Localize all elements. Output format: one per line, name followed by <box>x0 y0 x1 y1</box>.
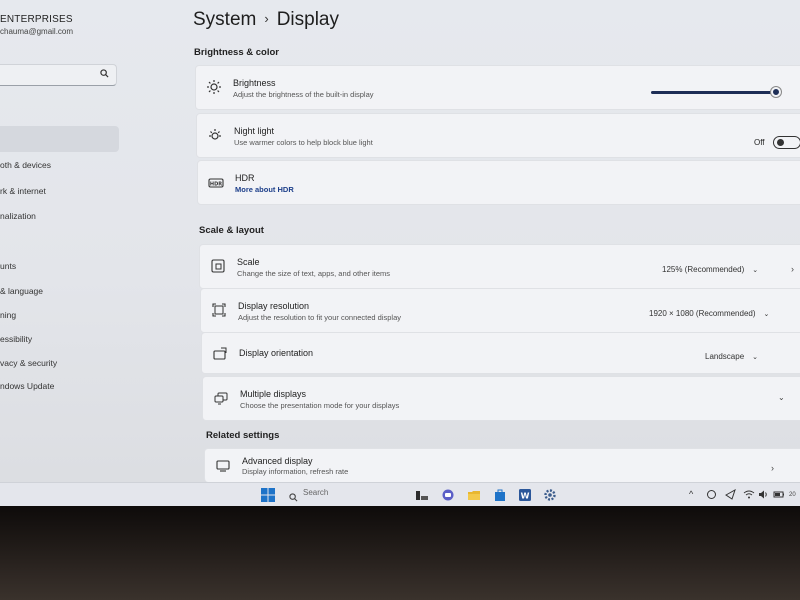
page-title: Display <box>276 9 340 30</box>
resolution-subtitle: Adjust the resolution to fit your connec… <box>238 313 402 322</box>
account-email: chauma@gmail.com <box>0 27 74 36</box>
resolution-card: Display resolution Adjust the resolution… <box>200 288 800 333</box>
breadcrumb: System › Display <box>193 9 339 31</box>
orientation-title: Display orientation <box>239 348 314 358</box>
section-heading-related: Related settings <box>206 430 280 441</box>
wifi-icon[interactable] <box>743 489 755 502</box>
svg-text:HDR: HDR <box>210 181 222 187</box>
brightness-slider-track[interactable] <box>651 91 776 94</box>
orientation-dropdown[interactable]: Landscape ⌄ <box>705 352 758 361</box>
toggle-knob <box>777 139 784 146</box>
sidebar-item-system-selected[interactable] <box>0 126 119 152</box>
laptop-bezel <box>0 506 800 600</box>
hdr-more-link[interactable]: More about HDR <box>235 185 294 194</box>
sidebar-item-gaming[interactable]: ning <box>0 310 16 320</box>
clock[interactable]: 20 <box>789 492 796 498</box>
scale-dropdown[interactable]: 125% (Recommended) ⌄ <box>662 265 758 274</box>
resolution-dropdown[interactable]: 1920 × 1080 (Recommended) ⌄ <box>649 309 769 318</box>
night-light-state: Off <box>754 138 765 147</box>
battery-icon[interactable] <box>773 489 785 502</box>
settings-gear-icon[interactable] <box>543 488 557 502</box>
chevron-down-icon: ⌄ <box>752 267 759 274</box>
night-light-card[interactable]: Night light Use warmer colors to help bl… <box>196 113 800 158</box>
breadcrumb-system[interactable]: System <box>193 9 256 30</box>
chevron-right-icon[interactable]: › <box>791 264 794 274</box>
chevron-right-icon: › <box>771 463 774 473</box>
brightness-subtitle: Adjust the brightness of the built-in di… <box>233 90 374 99</box>
store-icon[interactable] <box>493 488 507 502</box>
brightness-title: Brightness <box>233 78 276 88</box>
night-light-subtitle: Use warmer colors to help block blue lig… <box>234 138 373 147</box>
monitor-icon <box>215 458 231 474</box>
resolution-dropdown-value: 1920 × 1080 (Recommended) <box>649 309 756 318</box>
brightness-icon <box>206 79 222 95</box>
advanced-display-subtitle: Display information, refresh rate <box>242 467 349 476</box>
scale-title: Scale <box>237 257 260 267</box>
word-icon[interactable]: W <box>518 488 532 502</box>
send-icon[interactable] <box>725 488 736 502</box>
section-heading-brightness-color: Brightness & color <box>194 47 279 58</box>
orientation-icon <box>212 346 228 362</box>
multiple-displays-icon <box>213 390 229 406</box>
chevron-down-icon: ⌄ <box>763 311 770 318</box>
advanced-display-card[interactable]: Advanced display Display information, re… <box>204 448 800 482</box>
show-hidden-icons-icon[interactable]: ^ <box>689 489 693 499</box>
orientation-dropdown-value: Landscape <box>705 352 745 361</box>
taskbar-search-input[interactable]: Search <box>303 488 328 497</box>
breadcrumb-separator: › <box>264 11 269 26</box>
taskbar: Search W ^ 20 <box>0 482 800 506</box>
sidebar-item-personalization[interactable]: nalization <box>0 211 36 221</box>
security-icon[interactable] <box>706 489 717 502</box>
advanced-display-title: Advanced display <box>242 456 313 466</box>
sidebar-item-accessibility[interactable]: essibility <box>0 334 32 344</box>
sidebar-item-bluetooth[interactable]: oth & devices <box>0 160 51 170</box>
section-heading-scale-layout: Scale & layout <box>199 225 264 236</box>
settings-search-input[interactable] <box>0 64 117 86</box>
multiple-displays-card[interactable]: Multiple displays Choose the presentatio… <box>202 376 800 421</box>
hdr-title: HDR <box>235 173 255 183</box>
night-light-title: Night light <box>234 126 275 136</box>
volume-icon[interactable] <box>758 489 769 502</box>
task-view-icon[interactable] <box>415 488 429 502</box>
night-light-toggle[interactable] <box>773 136 800 149</box>
night-light-icon <box>207 127 223 143</box>
sidebar-item-accounts[interactable]: unts <box>0 261 16 271</box>
sidebar-item-privacy-security[interactable]: vacy & security <box>0 358 57 368</box>
sidebar-item-time-language[interactable]: & language <box>0 286 43 296</box>
brightness-card: Brightness Adjust the brightness of the … <box>195 65 800 110</box>
sidebar-item-windows-update[interactable]: ndows Update <box>0 381 54 391</box>
chevron-down-icon: ⌄ <box>752 354 759 361</box>
sidebar: ENTERPRISES chauma@gmail.com oth & devic… <box>0 0 185 482</box>
chevron-down-icon[interactable]: ⌄ <box>778 393 785 402</box>
search-icon <box>100 69 109 81</box>
hdr-icon: HDR <box>208 175 224 191</box>
file-explorer-icon[interactable] <box>467 488 481 502</box>
screen: ENTERPRISES chauma@gmail.com oth & devic… <box>0 0 800 506</box>
hdr-card[interactable]: HDR HDR More about HDR <box>197 160 800 205</box>
multiple-displays-title: Multiple displays <box>240 389 307 399</box>
sidebar-item-network[interactable]: rk & internet <box>0 186 46 196</box>
multiple-displays-subtitle: Choose the presentation mode for your di… <box>240 401 400 410</box>
account-name: ENTERPRISES <box>0 14 73 25</box>
scale-subtitle: Change the size of text, apps, and other… <box>237 269 391 278</box>
svg-text:W: W <box>521 492 530 501</box>
resolution-icon <box>211 302 227 318</box>
orientation-card: Display orientation Landscape ⌄ <box>201 332 800 374</box>
main-content: System › Display Brightness & color Bright… <box>185 0 800 482</box>
resolution-title: Display resolution <box>238 301 310 311</box>
windows-start-icon[interactable] <box>261 488 275 502</box>
taskbar-search-icon <box>289 489 298 503</box>
brightness-slider-thumb[interactable] <box>771 87 781 97</box>
chat-icon[interactable] <box>441 488 455 502</box>
scale-card: Scale Change the size of text, apps, and… <box>199 244 800 289</box>
scale-icon <box>210 258 226 274</box>
scale-dropdown-value: 125% (Recommended) <box>662 265 745 274</box>
